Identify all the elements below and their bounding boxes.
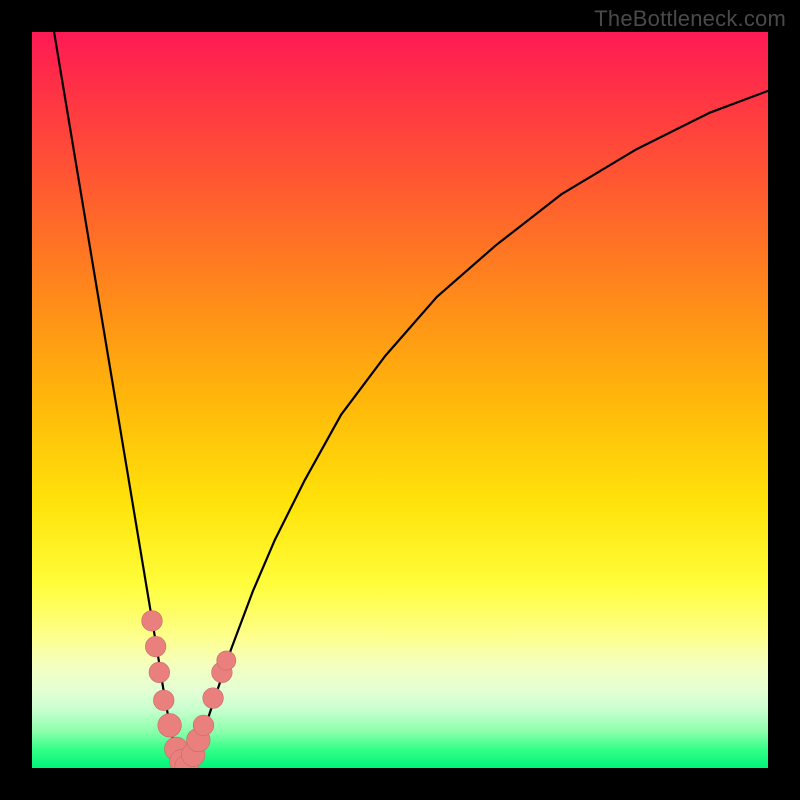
curve-marker bbox=[193, 715, 214, 736]
curve-marker bbox=[158, 714, 182, 738]
bottleneck-curve bbox=[54, 32, 768, 768]
curve-marker bbox=[145, 636, 166, 657]
watermark-text: TheBottleneck.com bbox=[594, 6, 786, 32]
plot-area bbox=[32, 32, 768, 768]
chart-frame: TheBottleneck.com bbox=[0, 0, 800, 800]
curve-marker bbox=[217, 651, 236, 670]
curve-marker bbox=[153, 690, 174, 711]
curve-markers bbox=[142, 611, 236, 769]
curve-marker bbox=[203, 688, 224, 709]
curve-marker bbox=[142, 611, 163, 632]
curve-marker bbox=[149, 662, 170, 683]
chart-svg bbox=[32, 32, 768, 768]
